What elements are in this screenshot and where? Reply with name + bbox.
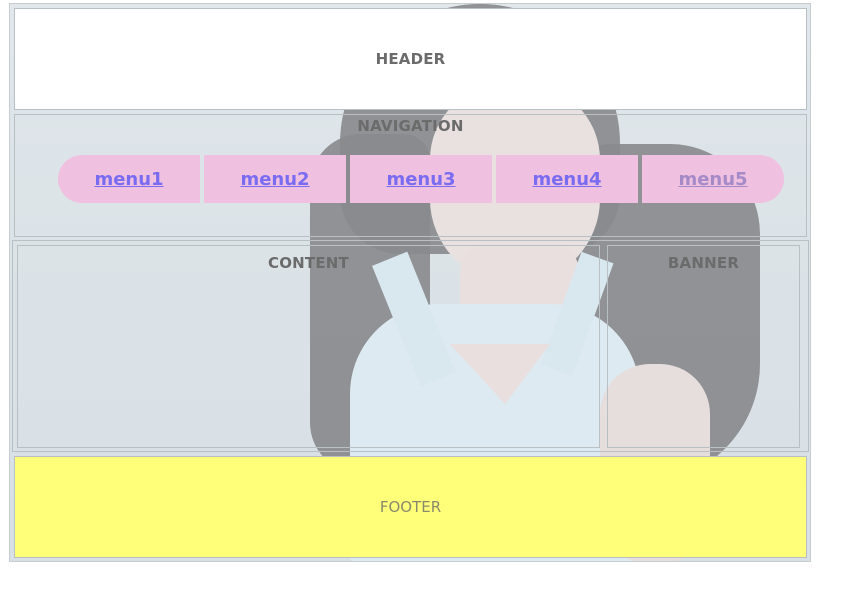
nav-menu: menu1 menu2 menu3 menu4 menu5 [58,155,784,203]
menu-item-2[interactable]: menu2 [204,155,346,203]
menu-item-5[interactable]: menu5 [642,155,784,203]
menu-item-1[interactable]: menu1 [58,155,200,203]
banner-label: BANNER [667,254,740,272]
header-label: HEADER [375,50,446,68]
menu-link-2[interactable]: menu2 [240,169,309,190]
menu-item-3[interactable]: menu3 [350,155,492,203]
header-section: HEADER [14,8,807,110]
menu-link-1[interactable]: menu1 [94,169,163,190]
menu-link-4[interactable]: menu4 [532,169,601,190]
navigation-label: NAVIGATION [357,117,464,135]
navigation-section: NAVIGATION menu1 menu2 menu3 menu4 menu5 [14,114,807,237]
footer-section: FOOTER [14,456,807,558]
menu-link-3[interactable]: menu3 [386,169,455,190]
content-label: CONTENT [268,254,349,272]
banner-section: BANNER [607,245,800,448]
menu-item-4[interactable]: menu4 [496,155,638,203]
menu-link-5[interactable]: menu5 [678,169,747,190]
footer-label: FOOTER [379,498,442,516]
page-frame: HEADER NAVIGATION menu1 menu2 menu3 menu… [9,3,811,562]
content-section: CONTENT [17,245,600,448]
